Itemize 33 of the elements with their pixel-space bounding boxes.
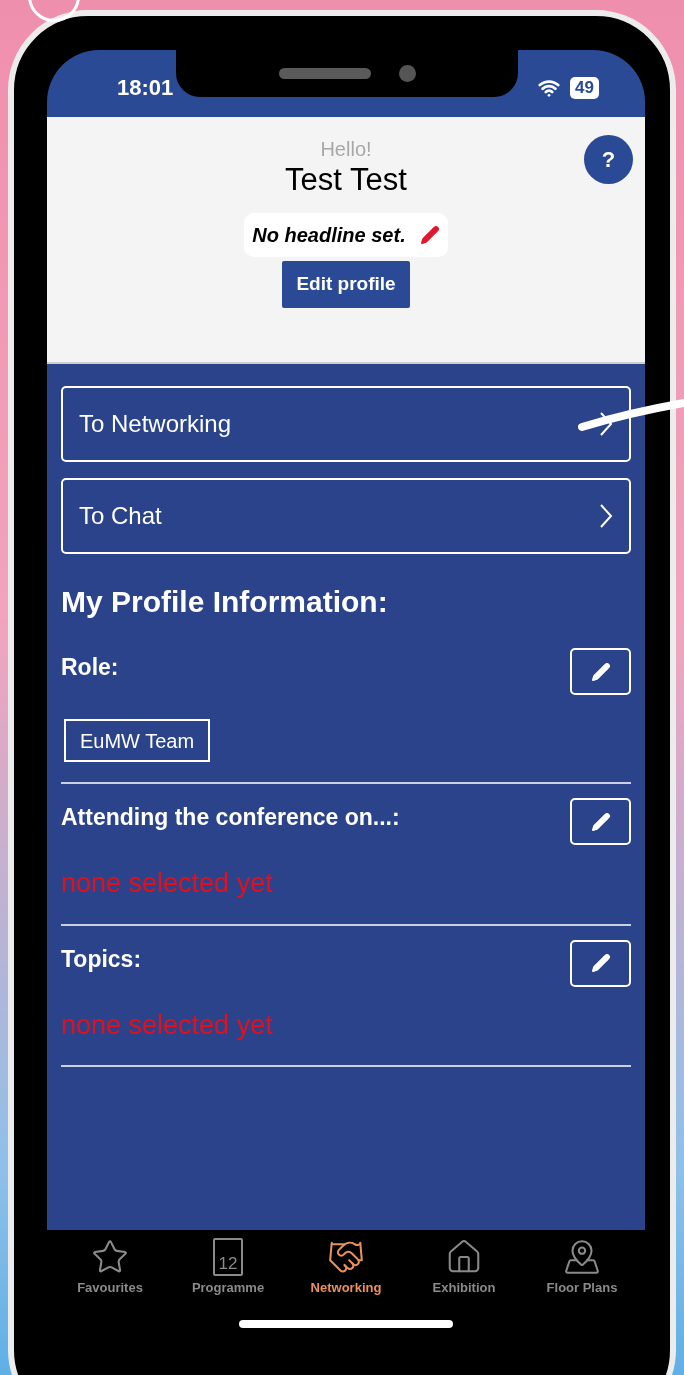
edit-field-button[interactable] [570,939,631,987]
calendar-day: 12 [218,1255,238,1272]
nav-link-button[interactable]: To Networking [61,386,631,462]
battery-indicator: 49 [570,76,599,99]
chevron-right-icon [599,503,613,529]
tab-bar-item[interactable]: Exhibition [406,1238,522,1298]
role-tag: EuMW Team [64,719,211,762]
field-label: Attending the conference on...: [61,803,400,832]
tab-bar-item[interactable]: Floor Plans [524,1238,640,1298]
edit-profile-button[interactable]: Edit profile [282,261,410,308]
map-pin-icon [563,1238,601,1276]
help-button[interactable]: ? [584,135,633,184]
edit-field-button[interactable] [570,648,631,695]
field-label: Topics: [61,944,142,974]
status-time: 18:01 [117,74,174,102]
pencil-icon [590,953,611,973]
pencil-icon [590,811,611,832]
pencil-icon [419,225,440,245]
pencil-icon [590,661,611,682]
user-name: Test Test [285,161,407,199]
empty-value-text: none selected yet [61,1008,274,1042]
tab-bar-item[interactable]: Favourites [52,1238,168,1298]
headline-chip[interactable]: No headline set. [244,213,448,257]
edit-field-button[interactable] [570,798,631,845]
field-label: Role: [61,653,119,682]
greeting-text: Hello! [320,137,372,161]
nav-link-button[interactable]: To Chat [61,478,631,554]
section-heading: My Profile Information: [61,584,389,620]
tab-bar-item[interactable]: 12 Programme [170,1238,286,1298]
chevron-right-icon [599,411,613,437]
tab-bar-item[interactable]: Networking [288,1238,404,1298]
headline-text: No headline set. [252,223,406,248]
empty-value-text: none selected yet [61,867,274,900]
